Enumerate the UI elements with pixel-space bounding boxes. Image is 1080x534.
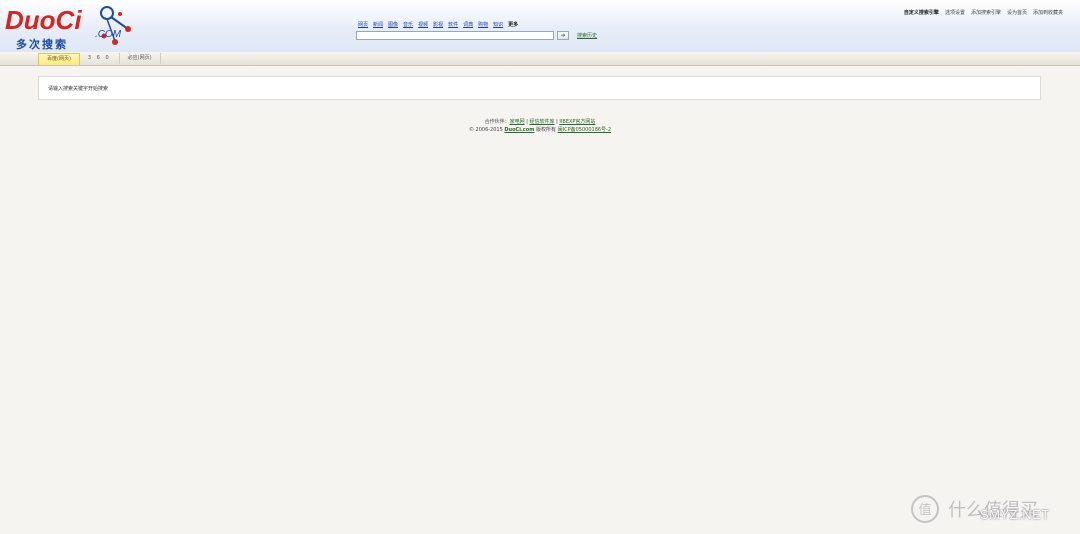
partner-link-jiadian[interactable]: 家电网: [510, 119, 525, 125]
svg-text:值: 值: [918, 502, 931, 518]
category-dictionary[interactable]: 词典: [463, 21, 473, 28]
logo-brand: DuoCi: [5, 5, 82, 35]
category-knowledge[interactable]: 知识: [493, 21, 503, 28]
tab-baidu[interactable]: 百度(网页): [38, 53, 80, 65]
partner-link-software[interactable]: 经信软件库: [530, 119, 555, 125]
tab-bing[interactable]: 必应(网页): [120, 53, 161, 64]
copyright-line: © 2006-2015 DuoCi.com 版权所有 闽ICP备05000186…: [0, 126, 1080, 134]
header: DuoCi .COM 多次搜索 自定义搜索引擎 选项设置 添加搜索引擎 设为首页…: [0, 0, 1080, 52]
category-movies[interactable]: 影视: [433, 21, 443, 28]
top-link-custom-engine[interactable]: 自定义搜索引擎: [904, 9, 939, 16]
watermark: 值 什么值得买 SMYZ.NET: [910, 492, 1070, 526]
top-link-set-homepage[interactable]: 设为首页: [1007, 9, 1027, 16]
prompt-message: 请输入搜索关键字开始搜索: [48, 86, 109, 92]
top-link-add-favorite[interactable]: 添加到收藏夹: [1033, 9, 1063, 16]
duoci-logo[interactable]: DuoCi .COM 多次搜索: [4, 3, 134, 51]
search-button[interactable]: ➔: [557, 31, 569, 40]
search-bar: ➔ 搜索历史: [356, 31, 597, 40]
watermark-logo-icon: 值: [911, 495, 939, 523]
logo-suffix: .COM: [95, 29, 122, 40]
partners-label: 合作伙伴：: [484, 119, 510, 125]
footer-brand-link[interactable]: DuoCi.com: [504, 127, 534, 133]
top-link-options[interactable]: 选项设置: [945, 9, 965, 16]
search-history-link[interactable]: 搜索历史: [577, 32, 597, 39]
category-web[interactable]: 网页: [358, 21, 368, 28]
category-music[interactable]: 音乐: [403, 21, 413, 28]
category-news[interactable]: 新闻: [373, 21, 383, 28]
top-links: 自定义搜索引擎 选项设置 添加搜索引擎 设为首页 添加到收藏夹: [904, 9, 1063, 16]
category-images[interactable]: 图像: [388, 21, 398, 28]
category-shopping[interactable]: 购物: [478, 21, 488, 28]
engine-tab-bar: 百度(网页) 3 6 0 必应(网页): [0, 52, 1080, 66]
arrow-right-icon: ➔: [560, 32, 566, 39]
partner-link-iibexp[interactable]: IIBEXP官方网站: [559, 119, 595, 125]
top-link-add-engine[interactable]: 添加搜索引擎: [971, 9, 1001, 16]
search-input[interactable]: [356, 31, 554, 40]
icp-link[interactable]: 闽ICP备05000186号-2: [558, 127, 611, 133]
copyright-rights: 版权所有: [536, 127, 557, 133]
partners-line: 合作伙伴：家电网 | 经信软件库 | IIBEXP官方网站: [484, 119, 596, 125]
result-panel: 请输入搜索关键字开始搜索: [38, 76, 1041, 100]
watermark-url: SMYZ.NET: [980, 507, 1050, 522]
tab-360[interactable]: 3 6 0: [80, 53, 120, 64]
category-software[interactable]: 软件: [448, 21, 458, 28]
logo-graphic: DuoCi .COM 多次搜索: [5, 5, 131, 51]
category-more[interactable]: 更多: [508, 21, 518, 28]
copyright-prefix: © 2006-2015: [468, 127, 503, 133]
logo-cn-name: 多次搜索: [16, 37, 68, 51]
category-nav: 网页 新闻 图像 音乐 视频 影视 软件 词典 购物 知识 更多: [358, 21, 518, 28]
category-video[interactable]: 视频: [418, 21, 428, 28]
footer: 合作伙伴：家电网 | 经信软件库 | IIBEXP官方网站 © 2006-201…: [0, 118, 1080, 134]
